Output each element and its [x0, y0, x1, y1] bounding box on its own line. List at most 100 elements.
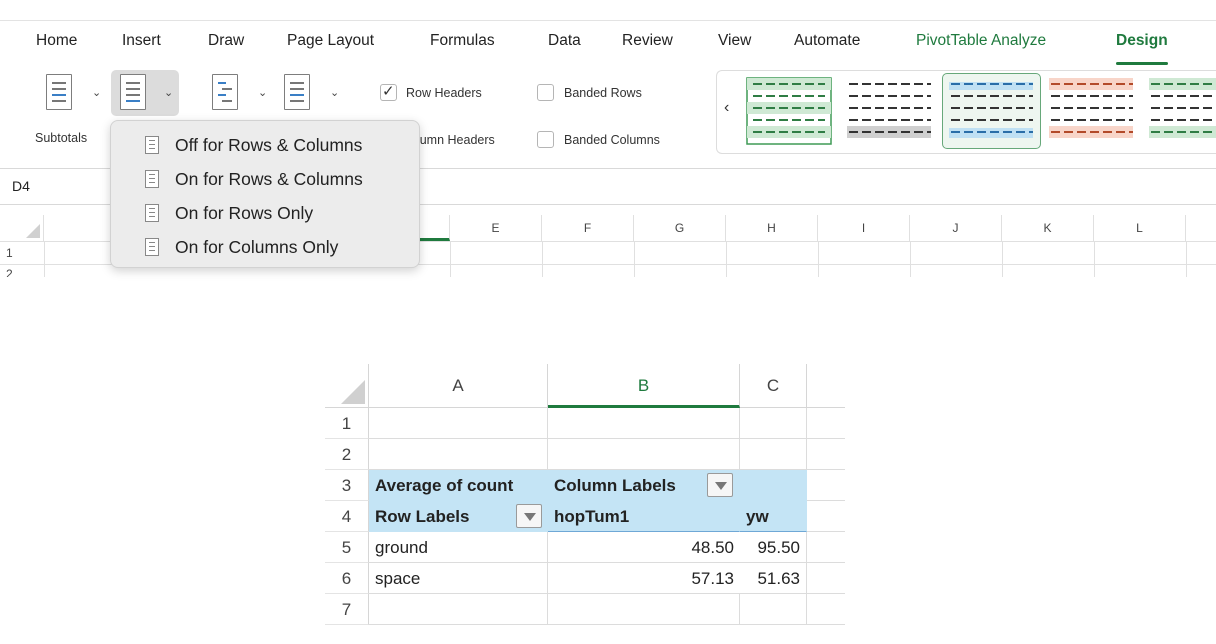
- cell-b4[interactable]: hopTum1: [548, 501, 740, 532]
- cell-b5[interactable]: 48.50: [548, 532, 740, 563]
- column-header-k[interactable]: K: [1002, 215, 1094, 241]
- column-labels-filter-button[interactable]: [707, 473, 733, 497]
- row-labels-text: Row Labels: [375, 507, 470, 526]
- tab-insert[interactable]: Insert: [122, 32, 161, 50]
- row-header-3[interactable]: 3: [325, 470, 369, 501]
- cell-b6[interactable]: 57.13: [548, 563, 740, 594]
- grand-totals-icon: [120, 74, 146, 110]
- tab-design[interactable]: Design: [1116, 32, 1168, 65]
- row-headers-label: Row Headers: [406, 86, 482, 100]
- column-header-e[interactable]: E: [450, 215, 542, 241]
- style-thumbnails[interactable]: [745, 76, 1216, 148]
- banded-columns-checkbox[interactable]: [537, 131, 554, 148]
- menu-item-on-rows-columns[interactable]: On for Rows & Columns: [111, 163, 421, 195]
- style-thumb-orange[interactable]: [1049, 78, 1133, 138]
- column-header-d-partial[interactable]: [807, 364, 845, 408]
- gallery-prev-icon[interactable]: ‹: [724, 99, 729, 117]
- cell-d2[interactable]: [807, 439, 845, 470]
- cell-d4[interactable]: [807, 501, 845, 532]
- tab-review[interactable]: Review: [622, 32, 673, 50]
- style-thumb-gray[interactable]: [847, 83, 931, 138]
- chevron-down-icon[interactable]: ⌄: [92, 86, 101, 99]
- style-thumb-green[interactable]: [1149, 78, 1216, 138]
- cell-c5[interactable]: 95.50: [740, 532, 807, 563]
- grand-totals-off-icon: [145, 136, 159, 154]
- cell-d1[interactable]: [807, 408, 845, 439]
- row-header-6[interactable]: 6: [325, 563, 369, 594]
- pivot-table-view[interactable]: A B C 1 2 3 4 5 6 7 Average of count Col…: [325, 364, 845, 626]
- row-header-2[interactable]: 2: [325, 439, 369, 470]
- cell-c4[interactable]: yw: [740, 501, 807, 532]
- cell-d3[interactable]: [807, 470, 845, 501]
- tab-draw[interactable]: Draw: [208, 32, 244, 50]
- column-header-f[interactable]: F: [542, 215, 634, 241]
- blank-rows-icon: [284, 74, 310, 110]
- cell-a2[interactable]: [369, 439, 548, 470]
- column-header-a[interactable]: A: [369, 364, 548, 408]
- column-header-j[interactable]: J: [910, 215, 1002, 241]
- cell-c3[interactable]: [740, 470, 807, 501]
- row-header-7[interactable]: 7: [325, 594, 369, 625]
- row-header-4[interactable]: 4: [325, 501, 369, 532]
- grand-totals-columns-icon: [145, 238, 159, 256]
- menu-item-on-columns-only[interactable]: On for Columns Only: [111, 231, 421, 263]
- cell-b7[interactable]: [548, 594, 740, 625]
- tab-page-layout[interactable]: Page Layout: [287, 32, 374, 50]
- column-header-i[interactable]: I: [818, 215, 910, 241]
- chevron-down-icon[interactable]: ⌄: [258, 86, 267, 99]
- row-header-1[interactable]: 1: [325, 408, 369, 439]
- menu-item-off-rows-columns[interactable]: Off for Rows & Columns: [111, 129, 421, 161]
- column-headers-label: olumn Headers: [410, 133, 495, 147]
- cell-a6[interactable]: space: [369, 563, 548, 594]
- banded-rows-checkbox[interactable]: [537, 84, 554, 101]
- report-layout-button[interactable]: [212, 74, 240, 110]
- menu-item-label: On for Rows & Columns: [175, 169, 363, 189]
- cell-d7[interactable]: [807, 594, 845, 625]
- column-header-b[interactable]: B: [548, 364, 740, 408]
- cell-a1[interactable]: [369, 408, 548, 439]
- tab-data[interactable]: Data: [548, 32, 581, 50]
- tab-pivottable-analyze[interactable]: PivotTable Analyze: [916, 32, 1046, 50]
- window-top-border: [0, 20, 1216, 21]
- cell-a7[interactable]: [369, 594, 548, 625]
- tab-view[interactable]: View: [718, 32, 751, 50]
- row-headers-checkbox[interactable]: [380, 82, 397, 101]
- cell-d6[interactable]: [807, 563, 845, 594]
- cell-b2[interactable]: [548, 439, 740, 470]
- select-all-corner[interactable]: [325, 364, 369, 408]
- tab-formulas[interactable]: Formulas: [430, 32, 495, 50]
- subtotals-label: Subtotals: [35, 131, 88, 145]
- cell-d5[interactable]: [807, 532, 845, 563]
- column-header-h[interactable]: H: [726, 215, 818, 241]
- column-header-d[interactable]: [420, 215, 450, 241]
- cell-c1[interactable]: [740, 408, 807, 439]
- tab-automate[interactable]: Automate: [794, 32, 860, 50]
- blank-rows-button[interactable]: [284, 74, 312, 110]
- menu-item-on-rows-only[interactable]: On for Rows Only: [111, 197, 421, 229]
- row-header-1[interactable]: 1: [0, 246, 44, 260]
- column-header-l[interactable]: L: [1094, 215, 1186, 241]
- chevron-down-icon[interactable]: ⌄: [330, 86, 339, 99]
- cell-c6[interactable]: 51.63: [740, 563, 807, 594]
- grand-totals-icon-wrap: [120, 74, 148, 110]
- style-thumb-green-light[interactable]: [746, 77, 832, 145]
- subtotals-icon: [46, 74, 72, 110]
- cell-b1[interactable]: [548, 408, 740, 439]
- tab-home[interactable]: Home: [36, 32, 77, 50]
- menu-item-label: Off for Rows & Columns: [175, 135, 363, 155]
- chevron-down-icon[interactable]: ⌄: [164, 86, 173, 99]
- select-all-corner[interactable]: [0, 215, 44, 241]
- style-thumb-blue[interactable]: [949, 82, 1033, 138]
- row-labels-filter-button[interactable]: [516, 504, 542, 528]
- column-header-g[interactable]: G: [634, 215, 726, 241]
- column-header-c[interactable]: C: [740, 364, 807, 408]
- grand-totals-rows-icon: [145, 204, 159, 222]
- row-header-5[interactable]: 5: [325, 532, 369, 563]
- row-header-2[interactable]: 2: [0, 267, 44, 277]
- cell-c2[interactable]: [740, 439, 807, 470]
- cell-a3-pivot-value-header[interactable]: Average of count: [369, 470, 548, 501]
- subtotals-button[interactable]: [46, 74, 74, 110]
- cell-c7[interactable]: [740, 594, 807, 625]
- cell-a5[interactable]: ground: [369, 532, 548, 563]
- banded-columns-label: Banded Columns: [564, 133, 660, 147]
